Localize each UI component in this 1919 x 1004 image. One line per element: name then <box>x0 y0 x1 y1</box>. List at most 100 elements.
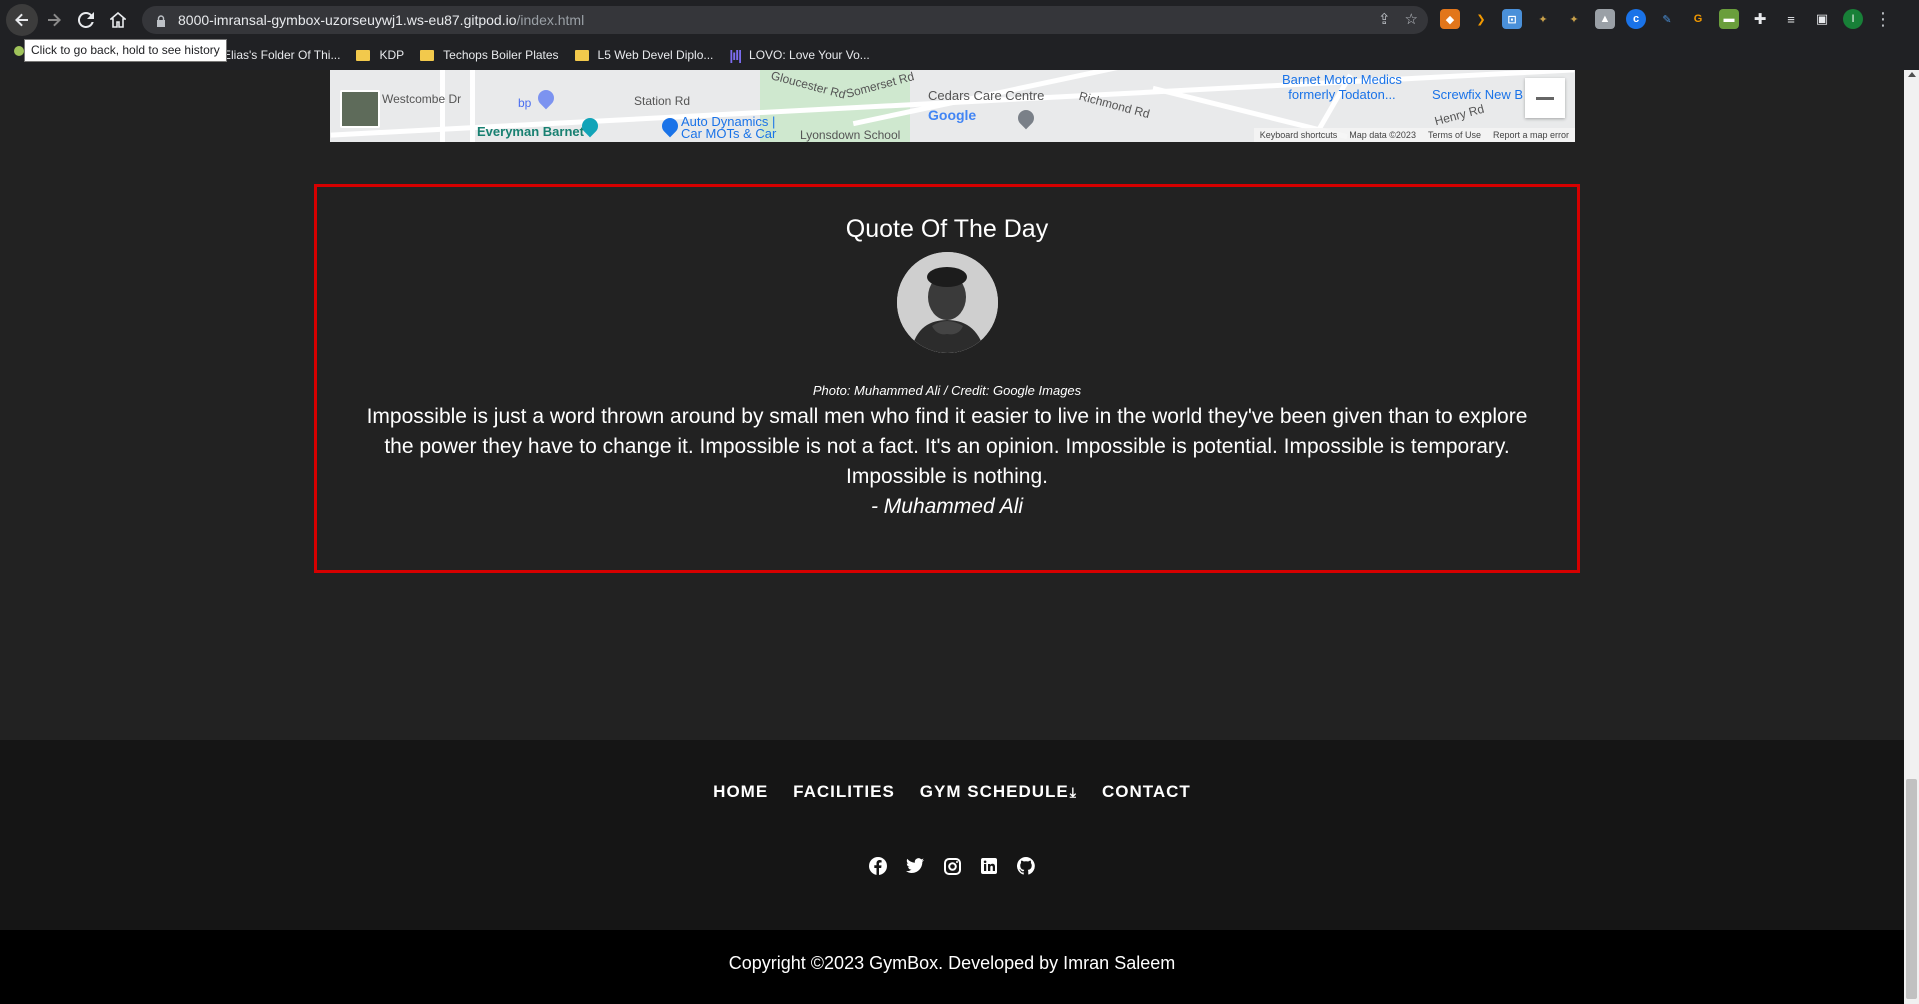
page-content: Westcombe Dr Station Rd Gloucester Rd So… <box>0 70 1904 1004</box>
address-bar[interactable]: 8000-imransal-gymbox-uzorseuywj1.ws-eu87… <box>142 6 1428 34</box>
quote-author: - Muhammed Ali <box>870 495 1024 518</box>
map-label: Everyman Barnet <box>477 124 584 139</box>
bookmark-label: LOVO: Love Your Vo... <box>749 48 870 62</box>
bookmark-label: Techops Boiler Plates <box>443 48 559 62</box>
extension-icon[interactable]: ✦ <box>1564 9 1584 29</box>
reload-icon <box>78 12 94 28</box>
bookmark-label: KDP <box>379 48 405 62</box>
scrollbar-thumb[interactable] <box>1906 779 1917 999</box>
folder-icon <box>574 49 589 61</box>
extension-icon[interactable]: ❯ <box>1471 9 1491 29</box>
scroll-up-arrow-icon[interactable] <box>1908 72 1916 77</box>
footer-link-gym-schedule-label: GYM SCHEDULE <box>919 782 1069 801</box>
footer-nav: HOME FACILITIES GYM SCHEDULE⤓ CONTACT <box>0 782 1904 802</box>
footer-link-contact[interactable]: CONTACT <box>1102 782 1191 802</box>
github-icon[interactable] <box>1017 857 1035 875</box>
reload-button[interactable] <box>70 4 102 36</box>
extension-icon[interactable]: ⊡ <box>1502 9 1522 29</box>
side-panel-icon[interactable]: ▣ <box>1812 9 1832 29</box>
map-label: Screwfix New B <box>1432 87 1524 102</box>
url-host: 8000-imransal-gymbox-uzorseuywj1.ws-eu87… <box>178 12 517 28</box>
url-text: 8000-imransal-gymbox-uzorseuywj1.ws-eu87… <box>178 12 584 28</box>
site-footer: HOME FACILITIES GYM SCHEDULE⤓ CONTACT <box>0 740 1904 930</box>
footer-link-home[interactable]: HOME <box>713 782 768 802</box>
extension-icon[interactable]: c <box>1626 9 1646 29</box>
report-error-link[interactable]: Report a map error <box>1493 130 1569 140</box>
satellite-toggle[interactable] <box>340 90 380 128</box>
map-label: Lyonsdown School <box>800 128 901 142</box>
map-road <box>470 70 475 142</box>
google-logo: Google <box>928 107 976 123</box>
share-icon[interactable]: ⇪ <box>1378 10 1391 28</box>
facebook-icon[interactable] <box>869 857 887 875</box>
map-label: Station Rd <box>634 94 691 108</box>
copyright-text: Copyright ©2023 GymBox. Developed by Imr… <box>728 953 1176 973</box>
bookmark-item[interactable]: Techops Boiler Plates <box>420 48 559 62</box>
extension-icon[interactable]: ✦ <box>1533 9 1553 29</box>
google-logo-text: Google <box>928 107 977 123</box>
extension-icon[interactable]: ▬ <box>1719 9 1739 29</box>
muhammed-ali-photo <box>896 252 998 353</box>
quote-of-the-day: Quote Of The Day Photo: Muhammed Ali / C… <box>314 184 1580 573</box>
arrow-left-icon <box>15 13 28 27</box>
bookmark-label: L5 Web Devel Diplo... <box>597 48 714 62</box>
arrow-right-icon <box>48 13 61 27</box>
zoom-out-button[interactable] <box>1525 78 1565 118</box>
quote-text: Impossible is just a word thrown around … <box>366 405 1528 488</box>
copyright-bar: Copyright ©2023 GymBox. Developed by Imr… <box>0 930 1904 1004</box>
forward-button[interactable] <box>38 4 70 36</box>
bookmark-item[interactable]: L5 Web Devel Diplo... <box>574 48 714 62</box>
bookmark-item[interactable]: |ıl| LOVO: Love Your Vo... <box>729 47 869 63</box>
star-icon[interactable]: ☆ <box>1405 10 1418 28</box>
grammarly-icon[interactable]: G <box>1688 9 1708 29</box>
twitter-icon[interactable] <box>906 857 924 875</box>
keyboard-shortcuts-link[interactable]: Keyboard shortcuts <box>1260 130 1338 140</box>
menu-dots-icon[interactable]: ⋮ <box>1874 9 1892 29</box>
browser-chrome: 8000-imransal-gymbox-uzorseuywj1.ws-eu87… <box>0 0 1919 70</box>
folder-icon <box>420 49 435 61</box>
map-label: Henry Rd <box>1433 101 1486 129</box>
folder-icon <box>356 49 371 61</box>
map-data-text: Map data ©2023 <box>1349 130 1416 140</box>
back-button-tooltip: Click to go back, hold to see history <box>24 39 227 62</box>
map-pin-icon[interactable] <box>1014 106 1038 130</box>
minus-icon <box>1536 96 1554 100</box>
audio-wave-icon: |ıl| <box>729 47 742 63</box>
terms-link[interactable]: Terms of Use <box>1428 130 1481 140</box>
profile-avatar[interactable]: I <box>1843 9 1863 29</box>
lock-icon <box>156 15 166 27</box>
bookmark-label: Elias's Folder Of Thi... <box>223 48 341 62</box>
map-label: Barnet Motor Medics formerly Todaton... <box>1282 72 1402 102</box>
map-label: bp <box>518 96 532 110</box>
linkedin-icon[interactable] <box>980 857 998 875</box>
page-scrollbar[interactable] <box>1904 70 1919 1004</box>
bookmarks-bar: Elias's Folder Of Thi... KDP Techops Boi… <box>0 40 1919 70</box>
quote-title: Quote Of The Day <box>845 215 1049 243</box>
map-label-line: Barnet Motor Medics <box>1282 72 1402 87</box>
home-button[interactable] <box>102 4 134 36</box>
metamask-extension-icon[interactable]: ◆ <box>1440 9 1460 29</box>
google-map[interactable]: Westcombe Dr Station Rd Gloucester Rd So… <box>330 70 1575 142</box>
home-icon <box>110 12 126 28</box>
instagram-icon[interactable] <box>943 857 961 875</box>
bookmark-item[interactable]: KDP <box>356 48 404 62</box>
footer-link-gym-schedule[interactable]: GYM SCHEDULE⤓ <box>920 782 1077 802</box>
extensions-bar: ◆ ❯ ⊡ ✦ ✦ ▲ c ✎ G ▬ ✚ ≡ ▣ I ⋮ <box>1440 9 1892 29</box>
extension-icon[interactable]: ▲ <box>1595 9 1615 29</box>
photo-credit: Photo: Muhammed Ali / Credit: Google Ima… <box>812 383 1082 398</box>
map-road <box>440 70 445 142</box>
map-pin-icon[interactable] <box>534 86 558 110</box>
download-icon: ⤓ <box>1069 784 1077 800</box>
bookmark-item[interactable]: Elias's Folder Of Thi... <box>223 48 340 62</box>
map-label: Westcombe Dr <box>382 92 462 106</box>
extension-icon[interactable]: ✎ <box>1657 9 1677 29</box>
back-button[interactable] <box>6 4 38 36</box>
puzzle-icon[interactable]: ✚ <box>1750 9 1770 29</box>
map-label: Cedars Care Centre <box>928 88 1045 103</box>
map-label: Auto Dynamics | Car MOTs & Car <box>681 115 776 140</box>
footer-link-facilities[interactable]: FACILITIES <box>793 782 895 802</box>
map-attribution: Keyboard shortcuts Map data ©2023 Terms … <box>1253 128 1575 142</box>
reading-list-icon[interactable]: ≡ <box>1781 9 1801 29</box>
social-links <box>0 857 1904 875</box>
map-label-line: formerly Todaton... <box>1288 87 1396 102</box>
